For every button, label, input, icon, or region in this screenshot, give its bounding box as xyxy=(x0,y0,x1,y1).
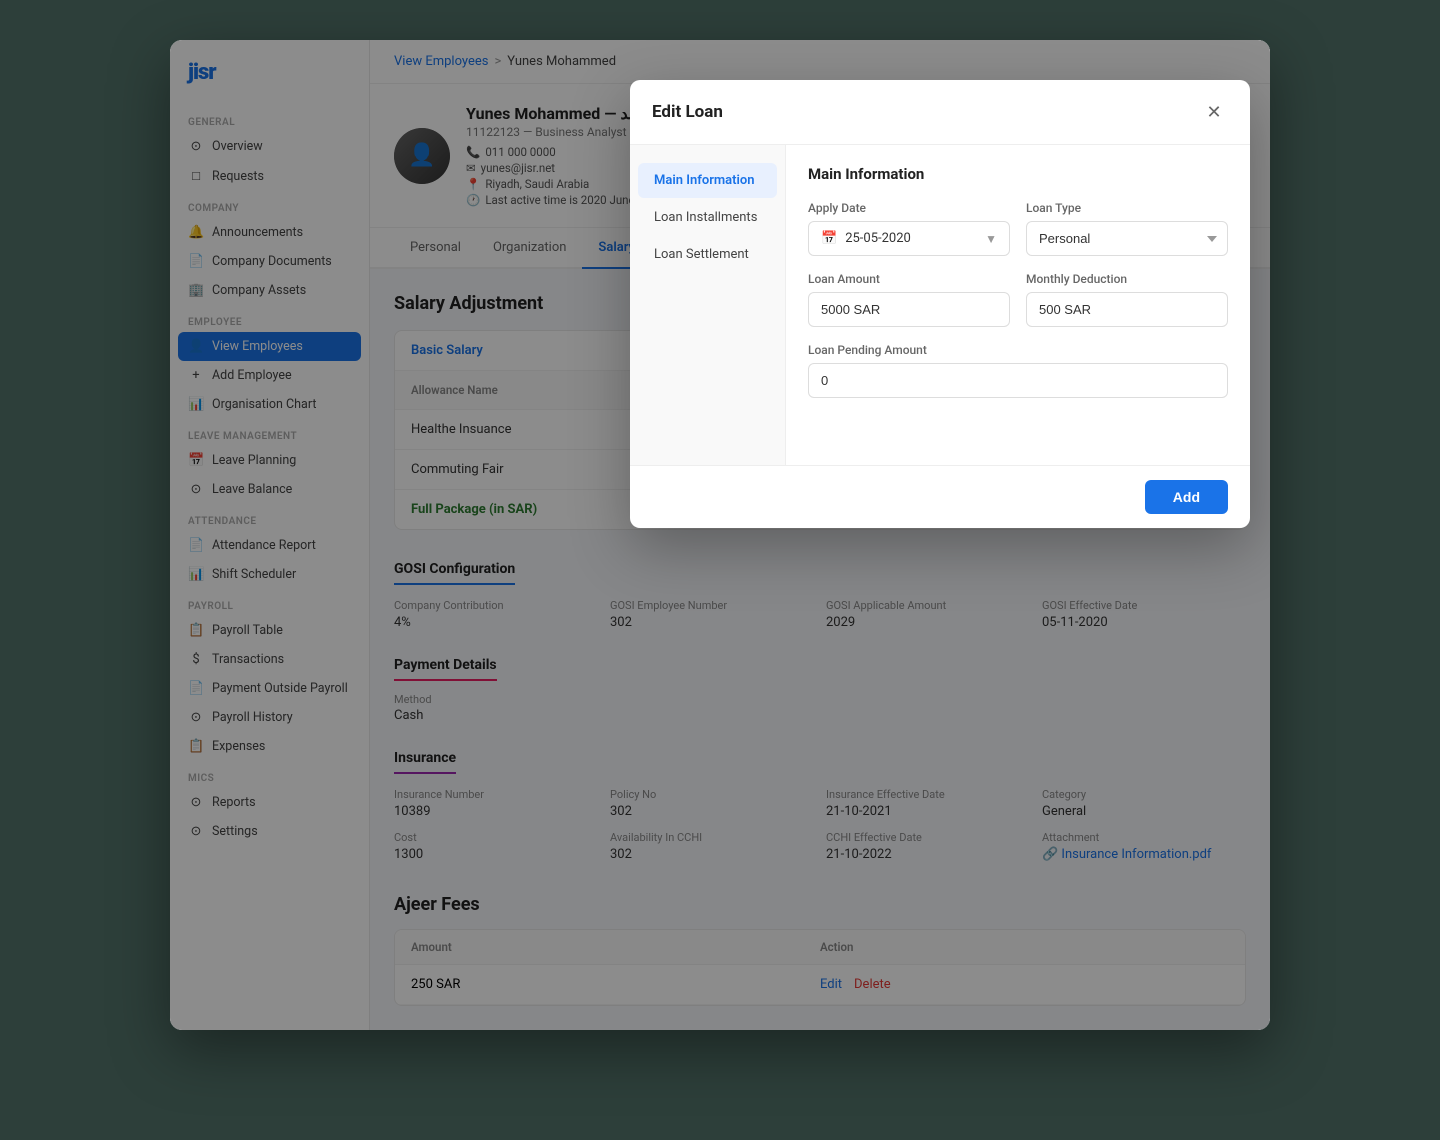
modal-title: Edit Loan xyxy=(652,102,723,122)
date-chevron-icon: ▼ xyxy=(985,232,997,246)
form-group-apply-date: Apply Date 📅 25-05-2020 ▼ xyxy=(808,201,1010,256)
form-group-loan-pending: Loan Pending Amount xyxy=(808,343,1228,398)
form-group-loan-amount: Loan Amount xyxy=(808,272,1010,327)
apply-date-field[interactable]: 📅 25-05-2020 ▼ xyxy=(808,221,1010,256)
loan-type-select[interactable]: Personal Company Housing xyxy=(1026,221,1228,256)
form-row-1: Apply Date 📅 25-05-2020 ▼ Loan Type Pers… xyxy=(808,201,1228,256)
modal-header: Edit Loan ✕ xyxy=(630,80,1250,145)
modal-sidebar: Main Information Loan Installments Loan … xyxy=(630,145,786,465)
loan-pending-input[interactable] xyxy=(808,363,1228,398)
modal-nav-loan-installments[interactable]: Loan Installments xyxy=(638,200,777,235)
loan-amount-input[interactable] xyxy=(808,292,1010,327)
form-row-3: Loan Pending Amount xyxy=(808,343,1228,398)
monthly-deduction-label: Monthly Deduction xyxy=(1026,272,1228,286)
form-group-monthly-deduction: Monthly Deduction xyxy=(1026,272,1228,327)
calendar-icon: 📅 xyxy=(821,231,837,246)
apply-date-label: Apply Date xyxy=(808,201,1010,215)
modal-section-title: Main Information xyxy=(808,165,1228,183)
modal-nav-main-information[interactable]: Main Information xyxy=(638,163,777,198)
apply-date-value: 25-05-2020 xyxy=(845,231,911,246)
monthly-deduction-input[interactable] xyxy=(1026,292,1228,327)
add-button[interactable]: Add xyxy=(1145,480,1228,514)
modal-nav-loan-settlement[interactable]: Loan Settlement xyxy=(638,237,777,272)
loan-amount-label: Loan Amount xyxy=(808,272,1010,286)
modal-overlay: Edit Loan ✕ Main Information Loan Instal… xyxy=(170,40,1270,1030)
form-row-2: Loan Amount Monthly Deduction xyxy=(808,272,1228,327)
modal-body: Main Information Loan Installments Loan … xyxy=(630,145,1250,465)
modal-main-content: Main Information Apply Date 📅 25-05-2020… xyxy=(786,145,1250,465)
loan-pending-label: Loan Pending Amount xyxy=(808,343,1228,357)
app-container: jisr General ⊙ Overview □ Requests Compa… xyxy=(170,40,1270,1030)
form-group-loan-type: Loan Type Personal Company Housing xyxy=(1026,201,1228,256)
loan-type-label: Loan Type xyxy=(1026,201,1228,215)
modal-footer: Add xyxy=(630,465,1250,528)
edit-loan-modal: Edit Loan ✕ Main Information Loan Instal… xyxy=(630,80,1250,528)
modal-close-button[interactable]: ✕ xyxy=(1200,98,1228,126)
